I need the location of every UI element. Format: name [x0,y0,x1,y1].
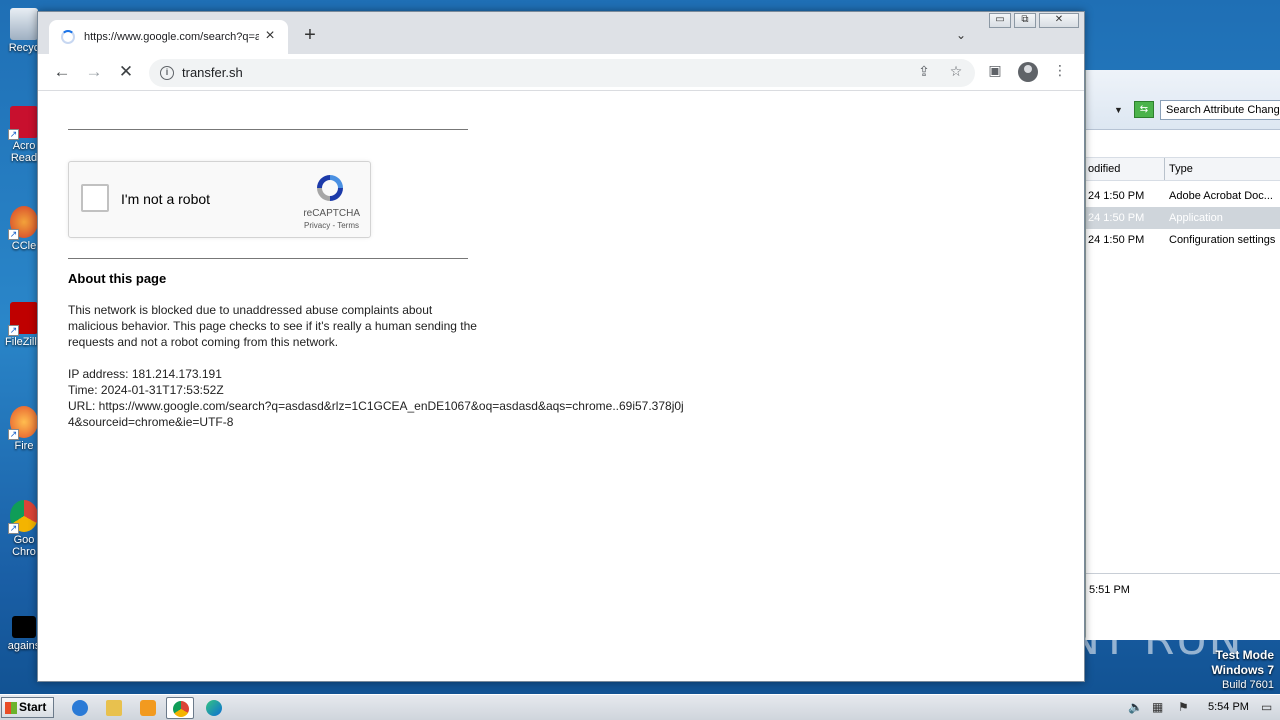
acrobat-icon: ↗ [8,106,38,140]
file-type: Adobe Acrobat Doc... [1169,190,1273,202]
minimize-button[interactable]: ▭ [989,13,1011,28]
recaptcha-brand: reCAPTCHA [303,208,360,219]
recaptcha-label: I'm not a robot [121,191,211,207]
share-icon[interactable]: ⇪ [914,63,934,80]
column-divider[interactable] [1164,158,1165,180]
side-panel-icon[interactable]: ▣ [985,62,1005,79]
chrome-icon: ↗ [8,500,38,534]
dropdown-arrow-icon[interactable]: ▼ [1114,105,1123,115]
action-center-flag-icon[interactable]: ⚑ [1178,700,1189,714]
start-button[interactable]: Start [1,697,54,718]
test-mode-notice: Test Mode Windows 7 Build 7601 [1211,648,1274,692]
site-info-icon[interactable]: i [160,66,174,80]
browser-toolbar: ← → ✕ i transfer.sh ⇪ ☆ ▣ ⋮ [38,54,1084,91]
address-bar[interactable]: i transfer.sh ⇪ ☆ [149,59,975,87]
recycle-bin-icon [10,8,38,40]
browser-tab[interactable]: https://www.google.com/search?q=asdasd × [49,20,288,54]
media-player-icon [140,700,156,716]
internet-explorer-icon [72,700,88,716]
shortcut-arrow-icon: ↗ [8,129,19,140]
windows-logo-icon [5,702,17,714]
file-type: Configuration settings [1169,234,1276,246]
column-type[interactable]: Type [1169,163,1193,175]
close-window-button[interactable]: ✕ [1039,13,1079,28]
taskbar-ie[interactable] [66,697,94,719]
shortcut-arrow-icon: ↗ [8,325,19,336]
explorer-toolbar: ▼ ⇆ Search Attribute Chang [1086,70,1280,130]
explorer-column-header: odified Type [1086,157,1280,181]
test-mode-line: Test Mode [1215,648,1274,662]
folder-icon [106,700,122,716]
taskbar-media-player[interactable] [134,697,162,719]
shortcut-arrow-icon: ↗ [8,429,19,440]
background-explorer-window: ▼ ⇆ Search Attribute Chang odified Type … [1085,70,1280,640]
file-modified: 24 1:50 PM [1088,234,1145,246]
recaptcha-checkbox[interactable] [81,184,109,212]
shortcut-arrow-icon: ↗ [8,229,19,240]
file-row[interactable]: 24 1:50 PM Application [1086,207,1280,229]
new-tab-icon[interactable]: + [300,25,320,45]
time-line: Time: 2024-01-31T17:53:52Z [68,383,224,397]
divider [68,129,468,130]
taskbar-edge[interactable] [200,697,228,719]
tab-title: https://www.google.com/search?q=asdasd [84,31,259,43]
maximize-button[interactable]: ⧉ [1014,13,1036,28]
bookmark-star-icon[interactable]: ☆ [946,63,966,80]
recaptcha-widget: I'm not a robot reCAPTCHA Privacy - Term… [68,161,371,238]
explorer-details-pane: 5:51 PM [1086,573,1280,613]
taskbar: Start 🔈 ▦ ⚑ 5:54 PM ▭ [0,694,1280,720]
firefox-icon: ↗ [8,406,38,440]
ip-address-line: IP address: 181.214.173.191 [68,367,222,381]
taskbar-chrome[interactable] [166,697,194,719]
page-content: I'm not a robot reCAPTCHA Privacy - Term… [68,92,708,430]
about-description: This network is blocked due to unaddress… [68,303,477,349]
loading-spinner-icon [61,30,75,44]
volume-icon[interactable]: 🔈 [1128,700,1143,714]
file-row[interactable]: 24 1:50 PM Configuration settings [1086,229,1280,251]
refresh-icon[interactable]: ⇆ [1134,101,1154,118]
url-line: URL: https://www.google.com/search?q=asd… [68,399,684,429]
edge-icon [206,700,222,716]
start-label: Start [19,700,47,714]
menu-kebab-icon[interactable]: ⋮ [1050,62,1070,79]
build-line: Build 7601 [1222,679,1274,691]
address-bar-url[interactable]: transfer.sh [182,65,243,80]
show-desktop-icon[interactable]: ▭ [1261,700,1272,714]
windows-version-line: Windows 7 [1211,663,1274,677]
tab-close-icon[interactable]: × [261,27,279,45]
divider [68,258,468,259]
stop-loading-icon[interactable]: ✕ [115,61,137,83]
chrome-icon [173,701,189,717]
file-modified: 24 1:50 PM [1088,190,1145,202]
network-icon[interactable]: ▦ [1152,700,1163,714]
file-row[interactable]: 24 1:50 PM Adobe Acrobat Doc... [1086,185,1280,207]
explorer-search-input[interactable]: Search Attribute Chang [1160,100,1280,120]
profile-avatar-icon[interactable] [1018,62,1038,82]
taskbar-clock[interactable]: 5:54 PM [1208,701,1249,713]
recaptcha-privacy-terms-links[interactable]: Privacy - Terms [304,221,359,230]
tab-search-chevron-icon[interactable]: ⌄ [956,28,966,42]
filezilla-icon: ↗ [8,302,38,336]
forward-arrow-icon[interactable]: → [83,61,105,83]
details-time: 5:51 PM [1089,584,1130,596]
black-file-icon [12,616,36,638]
tab-strip: https://www.google.com/search?q=asdasd ×… [38,12,1084,54]
file-type: Application [1169,212,1223,224]
back-arrow-icon[interactable]: ← [51,61,73,83]
ccleaner-icon: ↗ [8,206,38,240]
column-modified[interactable]: odified [1088,163,1120,175]
chrome-window: https://www.google.com/search?q=asdasd ×… [37,11,1085,682]
file-modified: 24 1:50 PM [1088,212,1145,224]
shortcut-arrow-icon: ↗ [8,523,19,534]
recaptcha-logo-icon [317,175,343,201]
request-info: IP address: 181.214.173.191 Time: 2024-0… [68,366,688,430]
about-heading: About this page [68,271,167,286]
taskbar-explorer[interactable] [100,697,128,719]
